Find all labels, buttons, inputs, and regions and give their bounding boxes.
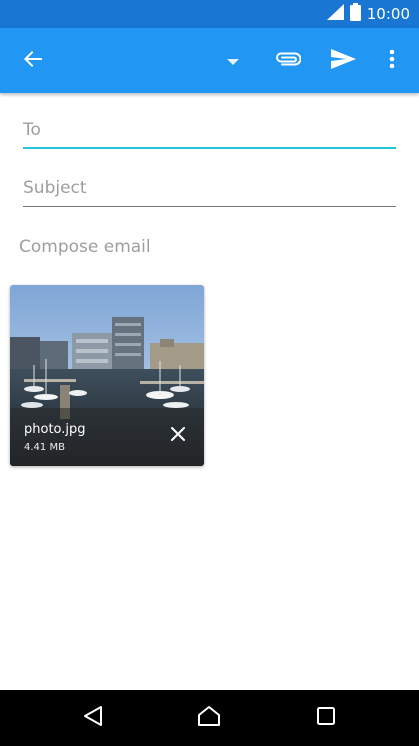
send-icon — [330, 48, 356, 73]
to-placeholder: To — [23, 120, 41, 140]
nav-back-button[interactable] — [63, 690, 123, 746]
recents-icon — [317, 707, 335, 729]
attachment-size: 4.41 MB — [24, 442, 65, 453]
to-field-underline — [23, 147, 396, 149]
subject-field-underline — [23, 206, 396, 207]
attach-button[interactable] — [264, 28, 312, 93]
app-bar — [0, 28, 419, 93]
battery-icon — [349, 3, 361, 25]
nav-home-button[interactable] — [179, 690, 239, 746]
status-time: 10:00 — [366, 5, 410, 23]
send-button[interactable] — [319, 28, 367, 93]
status-icons: 10:00 — [326, 3, 410, 25]
home-icon — [197, 705, 221, 731]
nav-recents-button[interactable] — [296, 690, 356, 746]
status-bar: 10:00 — [0, 0, 419, 28]
close-icon — [171, 426, 185, 445]
back-arrow-icon — [23, 49, 43, 73]
compose-body-field[interactable]: Compose email — [19, 236, 151, 258]
attachment-info-overlay: photo.jpg 4.41 MB — [10, 408, 204, 466]
to-field[interactable]: To — [23, 116, 396, 152]
subject-field[interactable]: Subject — [23, 175, 396, 209]
from-account-dropdown[interactable] — [209, 28, 257, 93]
subject-placeholder: Subject — [23, 178, 87, 198]
signal-icon — [326, 4, 344, 24]
more-vert-icon — [389, 49, 395, 73]
attachment-card[interactable]: photo.jpg 4.41 MB — [10, 285, 204, 466]
back-icon — [83, 705, 103, 731]
dropdown-icon — [227, 51, 239, 70]
attach-icon — [275, 51, 302, 70]
back-button[interactable] — [9, 28, 57, 93]
more-options-button[interactable] — [368, 28, 416, 93]
attachment-filename: photo.jpg — [24, 422, 86, 437]
remove-attachment-button[interactable] — [166, 423, 190, 447]
navigation-bar — [0, 690, 419, 746]
